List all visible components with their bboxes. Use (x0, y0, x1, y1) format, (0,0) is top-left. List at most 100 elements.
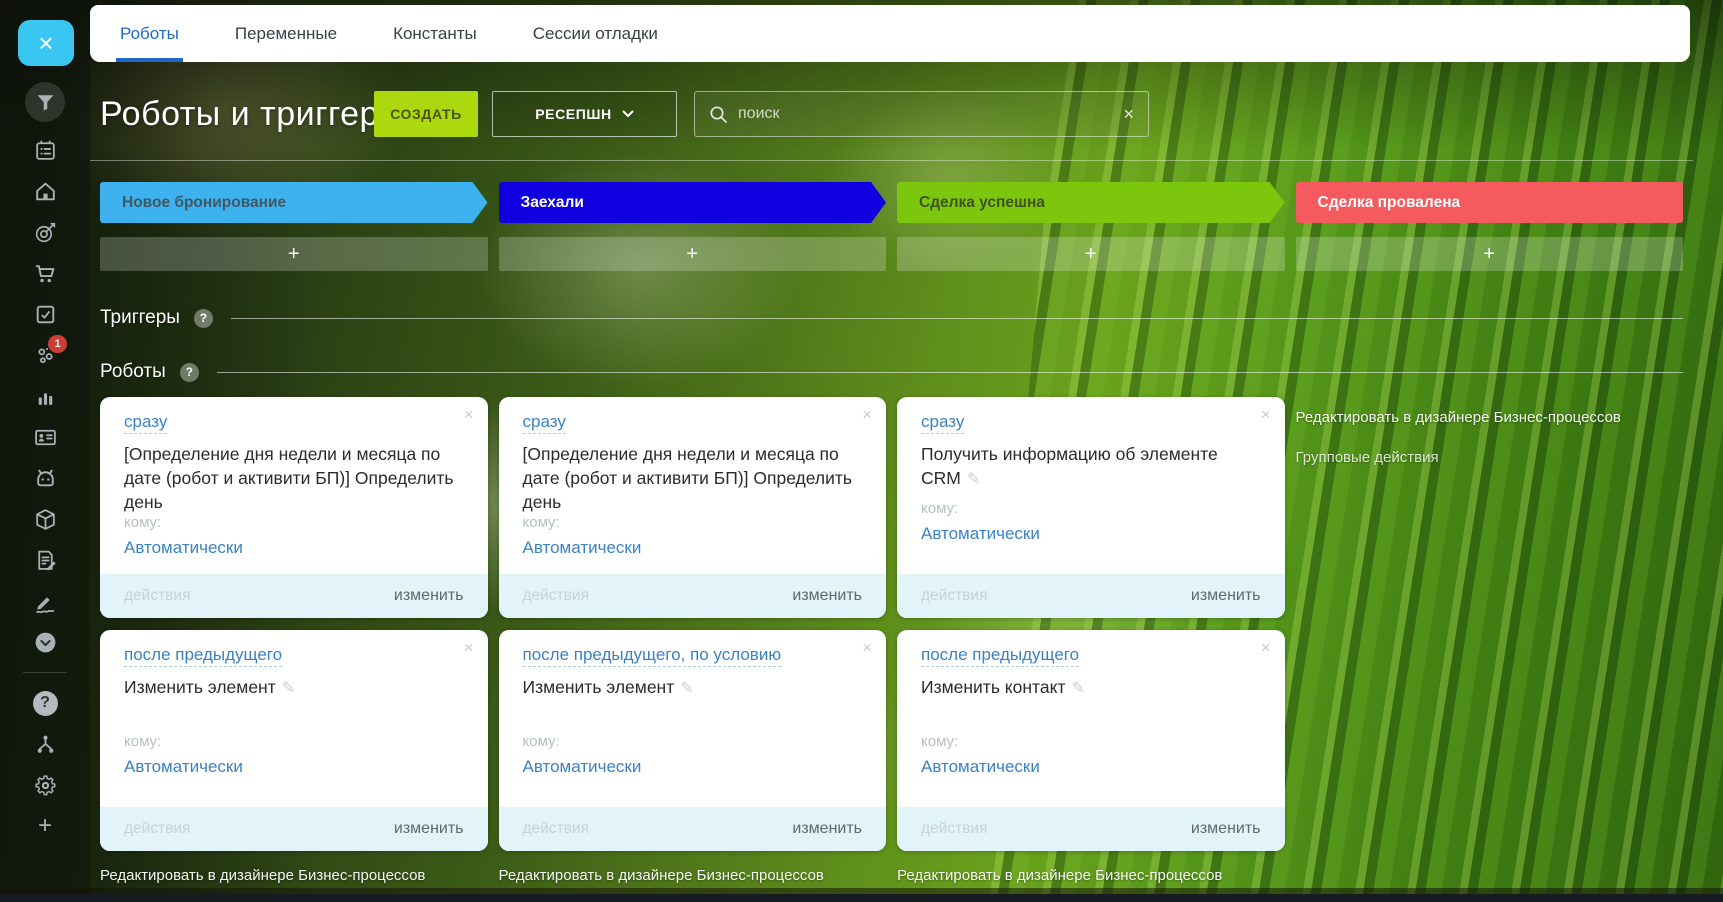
edit-link[interactable]: изменить (1191, 587, 1261, 605)
actions-link[interactable]: действия (921, 587, 987, 605)
edit-pencil-icon[interactable]: ✎ (282, 680, 295, 697)
robot-timing-link[interactable]: сразу (124, 412, 168, 434)
edit-pencil-icon[interactable]: ✎ (967, 471, 980, 488)
hierarchy-icon[interactable] (25, 731, 65, 757)
tab-robots[interactable]: Роботы (116, 5, 183, 62)
delete-robot-icon[interactable]: × (464, 406, 474, 423)
actions-link[interactable]: действия (124, 587, 190, 605)
stage-arrived[interactable]: Заехали (499, 182, 887, 223)
empty-cell (1296, 867, 1684, 884)
triggers-help-icon[interactable]: ? (193, 308, 213, 328)
robot-card: × после предыдущего, по условию Изменить… (498, 630, 886, 851)
cube-icon[interactable] (25, 506, 65, 532)
assignee-link[interactable]: Автоматически (921, 524, 1040, 544)
edit-pencil-icon[interactable]: ✎ (680, 680, 693, 697)
card-footer: действия изменить (897, 574, 1285, 618)
chart-icon[interactable] (25, 383, 65, 409)
top-tab-bar: Роботы Переменные Константы Сессии отлад… (90, 5, 1690, 62)
funnel-select-button[interactable]: РЕСЕПШН (492, 91, 677, 137)
open-bp-designer-link[interactable]: Редактировать в дизайнере Бизнес-процесс… (897, 867, 1285, 884)
target-icon[interactable] (25, 219, 65, 245)
add-robot-button[interactable]: + (897, 237, 1285, 271)
robots-help-icon[interactable]: ? (179, 362, 199, 382)
add-robot-button[interactable]: + (100, 237, 488, 271)
edit-link[interactable]: изменить (394, 587, 464, 605)
create-button[interactable]: СОЗДАТЬ (374, 91, 478, 137)
robot-title: Изменить элемент (522, 677, 675, 697)
group-actions-link[interactable]: Групповые действия (1296, 449, 1684, 466)
tab-constants[interactable]: Константы (393, 5, 477, 62)
delete-robot-icon[interactable]: × (464, 639, 474, 656)
to-label: кому: (522, 733, 560, 750)
edit-link[interactable]: изменить (1191, 820, 1261, 838)
page-title: Роботы и триггеры (100, 94, 404, 133)
search-input[interactable] (738, 105, 1114, 123)
clear-search-icon[interactable]: × (1123, 105, 1134, 123)
delete-robot-icon[interactable]: × (862, 639, 872, 656)
card-footer: действия изменить (897, 807, 1285, 851)
edit-link[interactable]: изменить (792, 820, 862, 838)
actions-link[interactable]: действия (523, 587, 589, 605)
robot-title: Изменить контакт (921, 677, 1066, 697)
chevron-down-circle-icon[interactable] (25, 629, 65, 655)
stage-funnel: Новое бронирование Заехали Сделка успешн… (90, 182, 1683, 223)
to-label: кому: (124, 514, 162, 532)
to-label: кому: (921, 733, 959, 750)
actions-link[interactable]: действия (921, 820, 987, 838)
notification-badge: 1 (48, 335, 67, 353)
stage-new-booking[interactable]: Новое бронирование (100, 182, 488, 223)
open-bp-designer-link[interactable]: Редактировать в дизайнере Бизнес-процесс… (499, 867, 887, 884)
side-links: Редактировать в дизайнере Бизнес-процесс… (1296, 397, 1684, 618)
assignee-link[interactable]: Автоматически (124, 757, 243, 777)
assignee-link[interactable]: Автоматически (124, 538, 243, 558)
gear-icon[interactable] (25, 772, 65, 798)
assignee-link[interactable]: Автоматически (921, 757, 1040, 777)
empty-cell (1296, 630, 1684, 851)
funnel-icon[interactable] (25, 82, 65, 122)
tab-debug-sessions[interactable]: Сессии отладки (533, 5, 658, 62)
edit-pencil-icon[interactable]: ✎ (1071, 680, 1084, 697)
plus-icon[interactable]: + (25, 812, 65, 839)
assignee-link[interactable]: Автоматически (523, 538, 642, 558)
delete-robot-icon[interactable]: × (862, 406, 872, 423)
robot-card: × сразу [Определение дня недели и месяца… (100, 397, 488, 618)
help-icon[interactable]: ? (25, 690, 65, 716)
robots-title: Роботы (100, 361, 166, 382)
add-robot-button[interactable]: + (498, 237, 886, 271)
to-label: кому: (124, 733, 162, 750)
cart-icon[interactable] (25, 260, 65, 286)
robot-cards-row-2: × после предыдущего Изменить элемент ✎ ко… (90, 630, 1683, 851)
robot-timing-link[interactable]: после предыдущего (124, 645, 283, 667)
document-edit-icon[interactable] (25, 547, 65, 573)
edit-link[interactable]: изменить (394, 820, 464, 838)
stage-deal-lost[interactable]: Сделка провалена (1295, 182, 1683, 223)
delete-robot-icon[interactable]: × (1261, 406, 1271, 423)
actions-link[interactable]: действия (523, 820, 589, 838)
edit-link[interactable]: изменить (792, 587, 862, 605)
stage-deal-won[interactable]: Сделка успешна (897, 182, 1285, 223)
add-robot-button[interactable]: + (1295, 237, 1683, 271)
open-bp-designer-link[interactable]: Редактировать в дизайнере Бизнес-процесс… (1296, 409, 1684, 426)
robot-timing-link[interactable]: сразу (522, 412, 566, 434)
tab-variables[interactable]: Переменные (235, 5, 337, 62)
assignee-link[interactable]: Автоматически (523, 757, 642, 777)
home-icon[interactable] (25, 178, 65, 204)
clipboard-icon[interactable] (25, 137, 65, 163)
triggers-section-header: Триггеры ? (90, 307, 1683, 329)
robot-timing-link[interactable]: после предыдущего (921, 645, 1080, 667)
signature-icon[interactable] (25, 588, 65, 614)
close-panel-button[interactable]: × (18, 20, 74, 66)
robot-timing-link[interactable]: сразу (921, 412, 965, 434)
robot-timing-link[interactable]: после предыдущего, по условию (522, 645, 782, 667)
molecule-icon[interactable]: 1 (25, 335, 67, 368)
designer-links-row: Редактировать в дизайнере Бизнес-процесс… (90, 867, 1683, 884)
id-card-icon[interactable] (25, 424, 65, 450)
delete-robot-icon[interactable]: × (1261, 639, 1271, 656)
actions-link[interactable]: действия (124, 820, 190, 838)
section-line (230, 317, 1683, 319)
checkbox-icon[interactable] (25, 301, 65, 327)
to-label: кому: (921, 500, 959, 517)
robot-icon[interactable] (25, 465, 65, 491)
open-bp-designer-link[interactable]: Редактировать в дизайнере Бизнес-процесс… (100, 867, 488, 884)
robot-title: Изменить элемент (124, 677, 276, 697)
